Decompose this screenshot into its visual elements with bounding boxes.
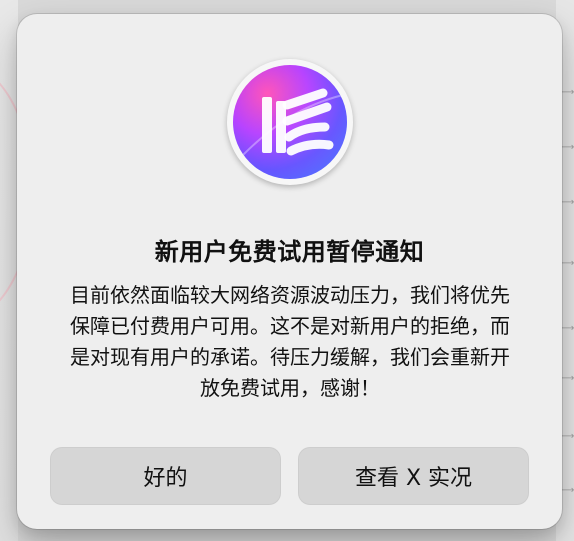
ok-button-label: 好的: [143, 466, 188, 491]
view-x-live-button[interactable]: 查看 X 实况: [298, 447, 529, 505]
app-logo-gradient: [233, 65, 347, 179]
ok-button[interactable]: 好的: [50, 447, 281, 505]
dialog-title: 新用户免费试用暂停通知: [154, 238, 425, 266]
notice-dialog: 新用户免费试用暂停通知 目前依然面临较大网络资源波动压力，我们将优先保障已付费用…: [17, 14, 562, 529]
dialog-message: 目前依然面临较大网络资源波动压力，我们将优先保障已付费用户可用。这不是对新用户的…: [70, 283, 510, 400]
app-logo-icon: [227, 59, 353, 185]
background-window: ⟶ ⟶ ⟶ ⟶ ⟶ ⟶ ⟶ ⟶ 新用户免费试用暂停通知 目前依然面临较大网络资源…: [0, 0, 574, 541]
view-x-live-button-label: 查看 X 实况: [354, 466, 473, 491]
app-logo-mark: [233, 65, 347, 179]
